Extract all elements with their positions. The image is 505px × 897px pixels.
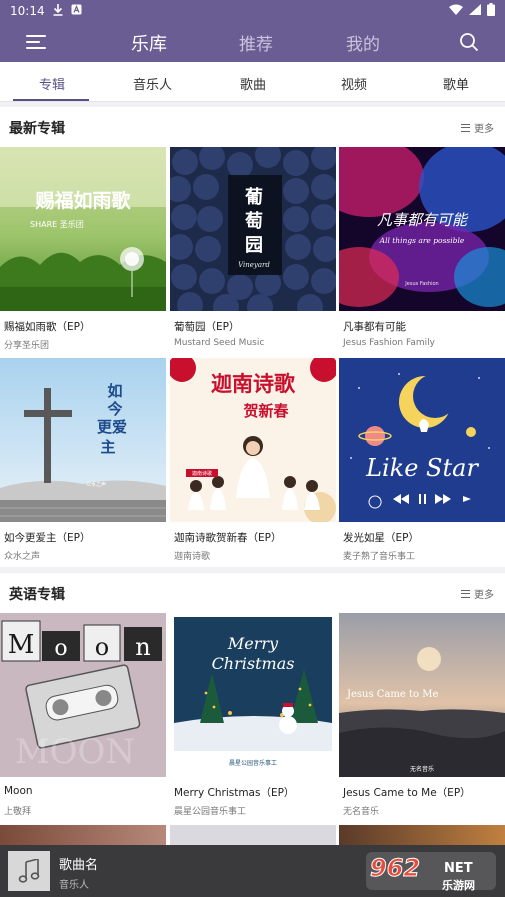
cover-brand-text: 迦南诗歌 [192, 470, 212, 477]
subtab-playlists[interactable]: 歌单 [443, 74, 469, 93]
album-artist: 上敬拜 [4, 807, 32, 817]
cover-title-char: 主 [100, 438, 115, 456]
album-card-partial[interactable] [339, 825, 505, 845]
cover-subtitle-text: All things are possible [379, 236, 465, 245]
cover-title-text: Merry [227, 634, 279, 653]
album-card-partial[interactable] [0, 825, 166, 845]
album-title: 发光如星（EP） [343, 532, 419, 544]
album-cover[interactable] [0, 825, 166, 845]
cover-title-char: 今 [106, 400, 122, 418]
cover-title-text: 迦南诗歌 [211, 371, 296, 396]
album-title: 迦南诗歌贺新春（EP） [174, 532, 282, 544]
cover-watermark-text: MOON [15, 732, 135, 772]
section-header-latest: 最新专辑 更多 [0, 107, 505, 147]
section-title: 英语专辑 [9, 587, 65, 603]
album-cover[interactable]: Merry Christmas 晨星公园音乐事工 [170, 613, 336, 777]
watermark-logo-number: 962 [370, 854, 420, 882]
album-title: Merry Christmas（EP） [174, 787, 295, 799]
album-artist: 晨星公园音乐事工 [174, 807, 247, 817]
album-artist: 无名音乐 [343, 807, 380, 817]
download-icon [53, 3, 63, 19]
watermark-logo-subtext: 乐游网 [442, 878, 475, 892]
album-artist: 迦南诗歌 [174, 552, 211, 562]
album-artist: 分享圣乐团 [4, 341, 50, 351]
player-artist: 音乐人 [59, 880, 89, 891]
battery-icon [487, 3, 495, 19]
album-cover[interactable]: 如 今 更爱 主 众水之声 [0, 358, 166, 522]
cover-title-text: 赐福如雨歌 [34, 189, 131, 212]
app-bar: 乐库 推荐 我的 [0, 22, 505, 62]
subtab-songs[interactable]: 歌曲 [240, 74, 266, 93]
subtab-musicians[interactable]: 音乐人 [133, 74, 172, 93]
cover-title-text: Jesus Came to Me [346, 689, 438, 700]
album-cover[interactable]: Like Star [339, 358, 505, 522]
cover-title-char: 如 [107, 382, 122, 400]
more-label: 更多 [474, 124, 494, 135]
signal-icon [469, 4, 481, 18]
album-cover[interactable]: M o o n MOON [0, 613, 166, 777]
album-title: 葡萄园（EP） [174, 321, 240, 333]
sub-tabs: 专辑 音乐人 歌曲 视频 歌单 [0, 62, 505, 102]
album-artist: Mustard Seed Music [174, 338, 265, 348]
album-title: 赐福如雨歌（EP） [4, 321, 91, 333]
album-cover[interactable] [339, 825, 505, 845]
cover-brand-text: 众水之声 [86, 481, 106, 488]
cover-title-char: 葡 [244, 187, 263, 208]
cover-subtitle-text: Christmas [212, 654, 295, 673]
list-icon [461, 589, 470, 598]
album-artist: 麦子熟了音乐事工 [343, 552, 416, 562]
cover-brand-text: 无名音乐 [410, 765, 434, 773]
cover-subtitle-text: Vineyard [238, 261, 270, 269]
more-button[interactable]: 更多 [461, 586, 494, 601]
cover-letter: n [135, 633, 150, 661]
cover-title-char: 萄 [245, 210, 263, 232]
cover-subtitle-text: 贺新春 [242, 402, 288, 420]
notification-a-icon [71, 4, 82, 18]
album-title: Jesus Came to Me（EP） [343, 787, 471, 799]
status-time: 10:14 [10, 4, 45, 18]
nav-tab-recommend[interactable]: 推荐 [239, 30, 273, 55]
more-label: 更多 [474, 590, 494, 601]
section-title: 最新专辑 [9, 121, 65, 137]
section-header-english: 英语专辑 更多 [0, 573, 505, 613]
cover-subtitle-text: SHARE 圣乐团 [30, 219, 84, 229]
watermark-logo-suffix: NET [444, 861, 473, 876]
album-artist: 众水之声 [4, 552, 41, 562]
album-title: 凡事都有可能 [343, 321, 406, 333]
nav-tab-mine[interactable]: 我的 [346, 30, 380, 55]
cover-title-char: 园 [245, 235, 263, 256]
album-cover[interactable]: Jesus Came to Me 无名音乐 [339, 613, 505, 777]
nav-tab-library[interactable]: 乐库 [131, 30, 167, 56]
album-cover[interactable] [170, 825, 336, 845]
site-watermark: 962 NET 乐游网 [366, 848, 502, 894]
cover-brand-text: Jesus Fashion [404, 281, 438, 287]
album-title: 如今更爱主（EP） [4, 532, 91, 544]
subtab-albums[interactable]: 专辑 [39, 74, 65, 93]
album-cover[interactable]: 迦南诗歌 贺新春 迦南诗歌 [170, 358, 336, 522]
album-card-partial[interactable] [170, 825, 336, 845]
cover-title-text: Like Star [365, 454, 479, 482]
album-artist: Jesus Fashion Family [343, 338, 435, 348]
menu-icon[interactable] [26, 33, 48, 51]
cover-letter: o [95, 633, 109, 661]
album-cover[interactable]: 赐福如雨歌 SHARE 圣乐团 [0, 147, 166, 311]
subtab-videos[interactable]: 视频 [341, 74, 367, 93]
search-icon[interactable] [459, 32, 479, 52]
list-icon [461, 123, 470, 132]
cover-letter: o [54, 636, 67, 661]
more-button[interactable]: 更多 [461, 120, 494, 135]
cover-letter: M [8, 630, 35, 660]
album-cover[interactable]: 凡事都有可能 All things are possible Jesus Fas… [339, 147, 505, 311]
wifi-icon [449, 4, 463, 18]
music-note-icon[interactable] [8, 851, 50, 891]
cover-brand-text: 晨星公园音乐事工 [229, 759, 277, 767]
cover-title-text: 凡事都有可能 [377, 211, 469, 229]
status-bar: 10:14 [0, 0, 505, 22]
cover-title-text: 更爱 [97, 418, 127, 436]
album-title: Moon [4, 785, 33, 797]
tab-indicator [13, 99, 89, 101]
player-song-title: 歌曲名 [59, 858, 99, 873]
album-cover[interactable]: 葡 萄 园 Vineyard [170, 147, 336, 311]
